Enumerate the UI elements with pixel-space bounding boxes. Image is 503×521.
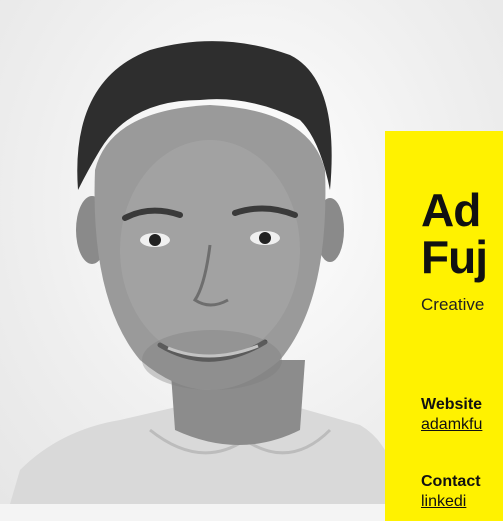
profile-name: Ad Fuj <box>421 184 488 283</box>
contact-link[interactable]: linkedi <box>421 493 466 511</box>
website-label: Website <box>421 396 483 413</box>
contact-label: Contact <box>421 473 481 490</box>
name-first: Ad <box>421 184 481 236</box>
profile-role: Creative <box>421 295 485 314</box>
name-last: Fuj <box>421 231 488 283</box>
website-link[interactable]: adamkfu <box>421 416 482 434</box>
profile-card: Ad Fuj Creative Website adamkfu Contact … <box>385 131 503 521</box>
